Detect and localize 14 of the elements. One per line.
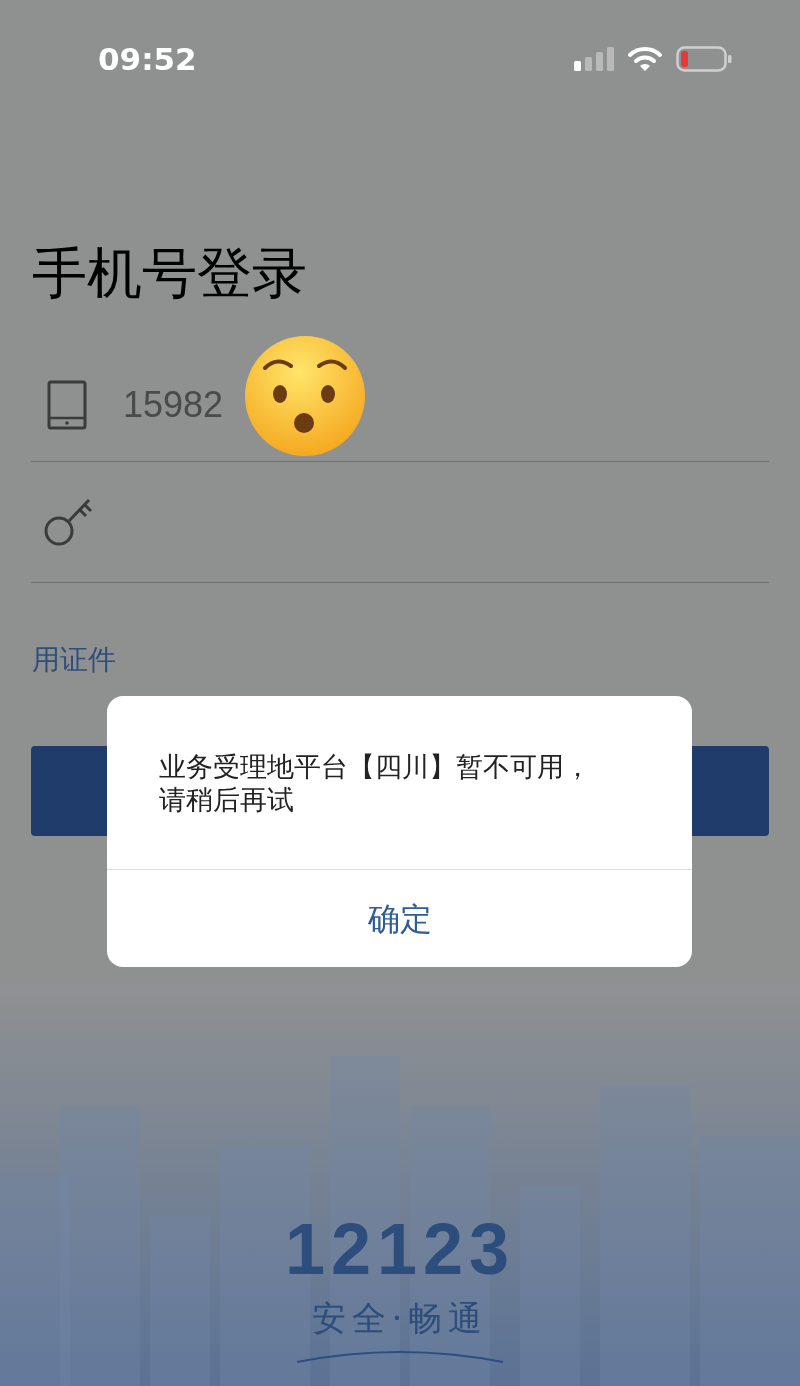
wifi-icon (628, 46, 662, 72)
signal-icon (574, 47, 614, 71)
battery-icon (676, 46, 732, 72)
dialog-message: 业务受理地平台【四川】暂不可用，请稍后再试 (159, 749, 592, 816)
hushed-face-icon (243, 334, 367, 458)
phone-number-field[interactable]: 15982 (123, 377, 224, 432)
page-title: 手机号登录 (32, 240, 307, 307)
id-login-link[interactable]: 用证件 (32, 643, 116, 677)
logo-slogan: 安全·畅通 (311, 1297, 489, 1340)
logo-number: 12123 (284, 1212, 516, 1286)
status-time: 09:52 (98, 39, 197, 79)
confirm-button[interactable]: 确定 (107, 870, 692, 967)
key-icon (43, 497, 93, 547)
phone-icon (47, 379, 87, 430)
